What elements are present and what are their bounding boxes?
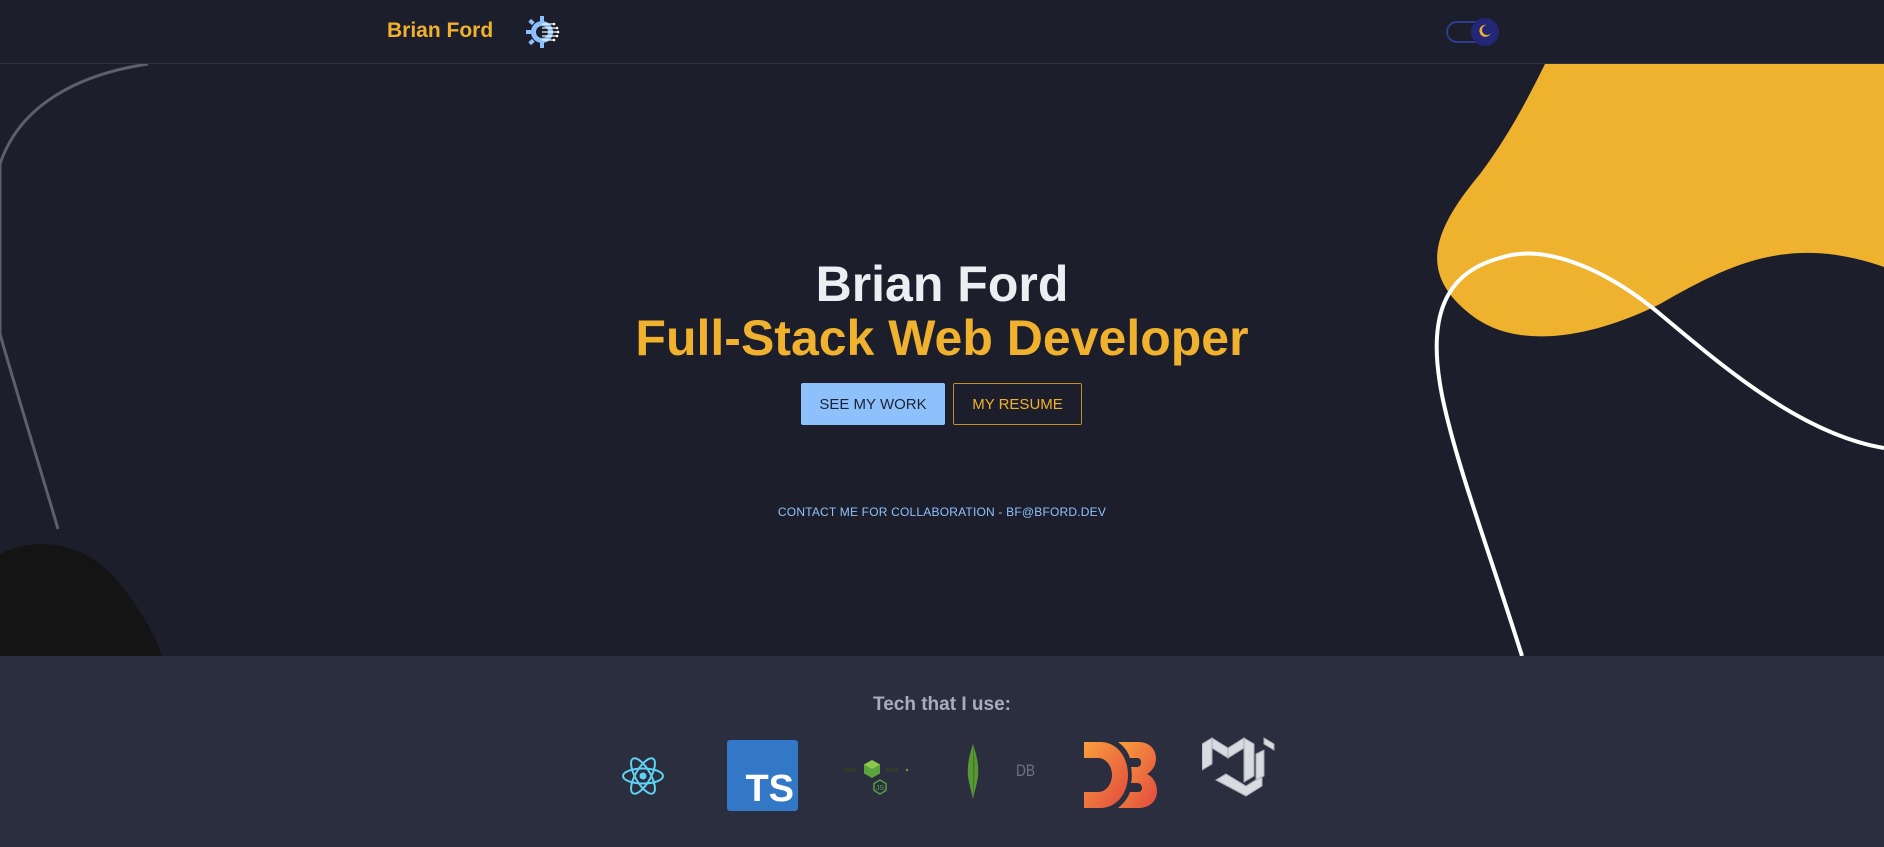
hero-section: Brian Ford Full-Stack Web Developer SEE … (0, 64, 1884, 656)
react-icon (622, 757, 664, 795)
typescript-icon: TS (727, 740, 798, 811)
theme-toggle[interactable] (1446, 18, 1500, 46)
hero-role: Full-Stack Web Developer (635, 310, 1249, 366)
moon-icon (1479, 24, 1491, 37)
mongodb-icon: DB (966, 744, 1036, 799)
brand-link[interactable]: Brian Ford (387, 19, 493, 43)
gear-circuit-icon[interactable] (524, 14, 560, 50)
typescript-label: TS (745, 768, 794, 810)
mongodb-label: DB (1016, 761, 1035, 780)
toggle-knob (1471, 18, 1499, 46)
tech-section: Tech that I use: TS JS DB (0, 656, 1884, 847)
top-navbar: Brian Ford (0, 0, 1884, 64)
material-ui-icon (1202, 737, 1275, 797)
see-my-work-button[interactable]: SEE MY WORK (801, 383, 945, 425)
mongodb-leaf-icon (967, 744, 979, 799)
svg-text:JS: JS (876, 785, 885, 792)
hero-name: Brian Ford (815, 256, 1069, 312)
my-resume-button[interactable]: MY RESUME (953, 383, 1082, 425)
contact-link[interactable]: CONTACT ME FOR COLLABORATION - BF@BFORD.… (0, 505, 1884, 519)
tech-title: Tech that I use: (873, 694, 1011, 715)
d3-icon (1084, 742, 1157, 808)
hero-content: Brian Ford Full-Stack Web Developer SEE … (0, 64, 1884, 656)
nodejs-icon: JS (844, 760, 909, 795)
